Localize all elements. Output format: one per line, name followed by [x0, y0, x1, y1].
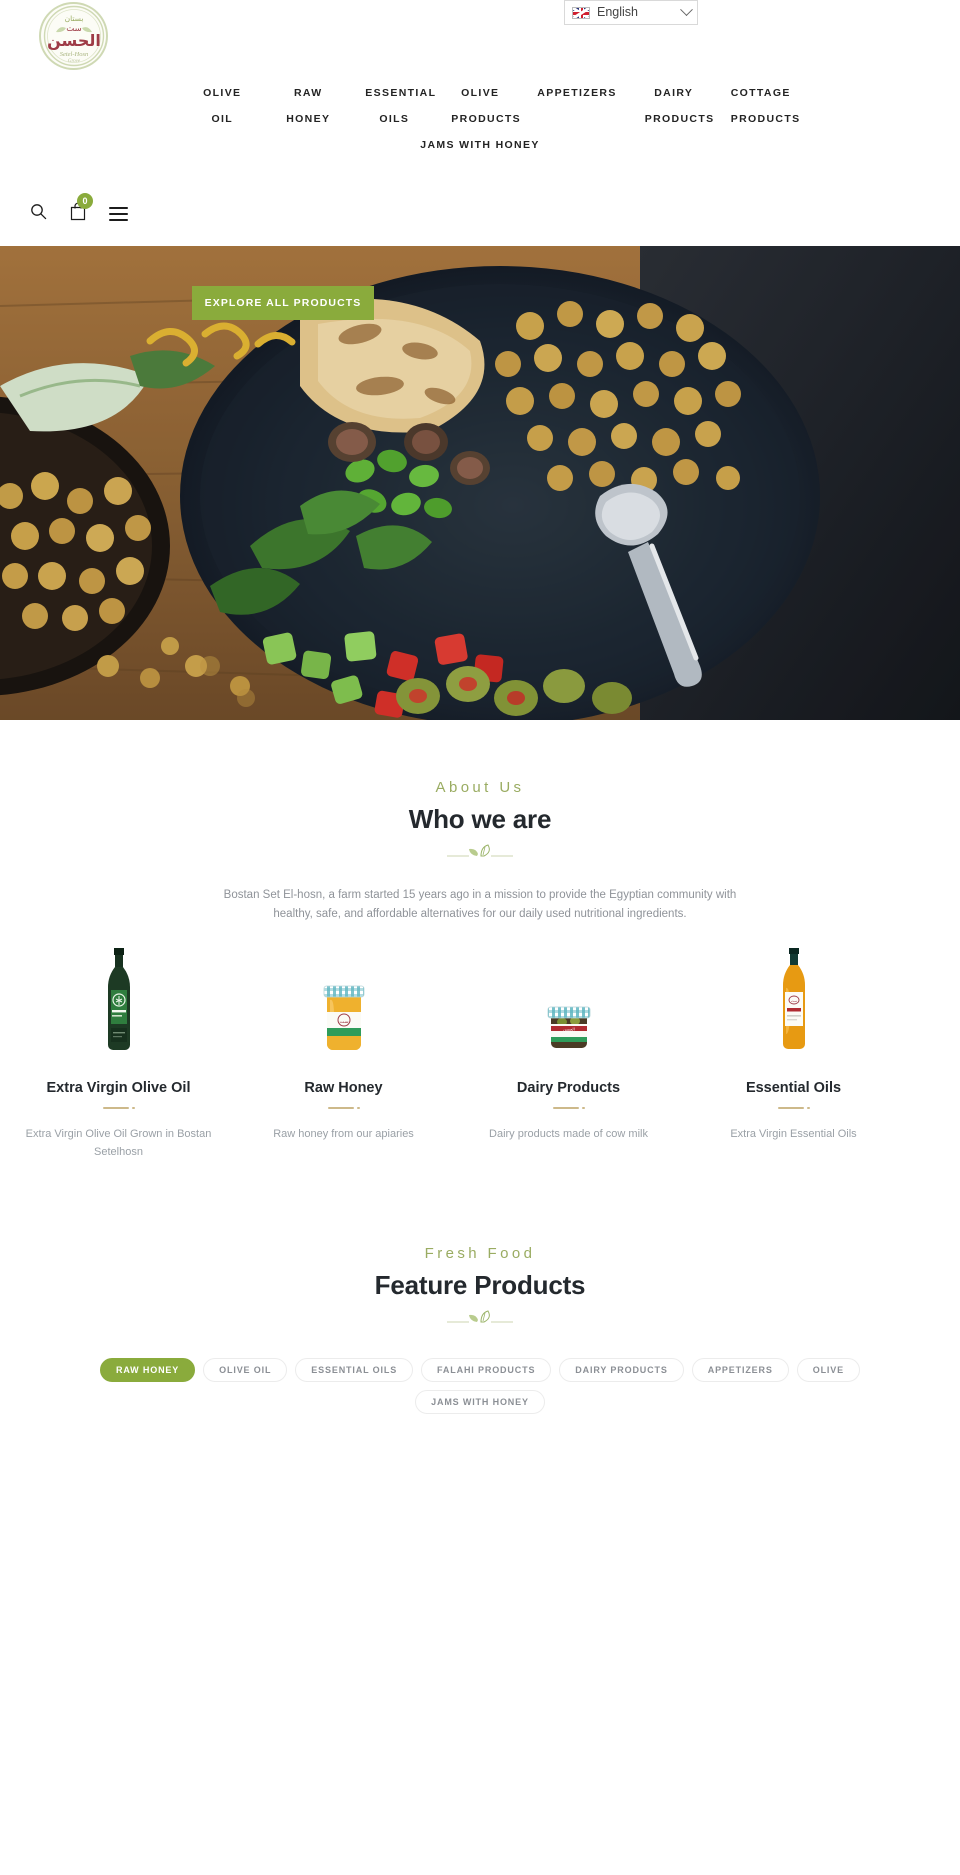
hero-banner: EXPLORE ALL PRODUCTS [0, 246, 960, 720]
filter-pill-olive-oil[interactable]: OLIVE OIL [203, 1358, 288, 1382]
feature-products-section: Fresh Food Feature Products RAW HONEY OL… [0, 1245, 960, 1874]
main-navigation: OLIVE OIL RAW HONEY ESSENTIAL OILS OLIVE… [0, 80, 960, 158]
about-eyebrow: About Us [435, 779, 525, 796]
about-description: Bostan Set El-hosn, a farm started 15 ye… [223, 889, 737, 920]
filter-pill-dairy-products[interactable]: DAIRY PRODUCTS [559, 1358, 684, 1382]
filter-pill-appetizers[interactable]: APPETIZERS [691, 1358, 789, 1382]
category-card-dairy-products[interactable]: الحسن Dairy Products Dairy products made… [456, 944, 681, 1161]
language-selector[interactable]: English [564, 0, 698, 25]
about-title: Who we are [408, 804, 552, 834]
cart-count-badge: 0 [77, 193, 93, 209]
olive-oil-bottle-image [6, 944, 231, 1052]
shopping-bag-icon[interactable]: 0 [69, 193, 93, 226]
category-card-raw-honey[interactable]: ست Raw Honey Raw honey from our apiaries [231, 944, 456, 1161]
category-title: Dairy Products [516, 1080, 621, 1096]
filter-pill-essential-oils[interactable]: ESSENTIAL OILS [295, 1358, 414, 1382]
svg-text:Setel-Hosn: Setel-Hosn [59, 51, 88, 58]
product-grid-empty-area [0, 1414, 960, 1874]
nav-item-olive-oil[interactable]: OLIVE OIL [179, 80, 265, 132]
leaf-divider-icon [447, 1310, 513, 1326]
essential-oil-bottle-image: ست [681, 944, 906, 1052]
category-description: Dairy products made of cow milk [489, 1128, 648, 1140]
svg-text:بستان: بستان [64, 14, 83, 23]
nav-item-appetizers[interactable]: APPETIZERS [523, 80, 630, 106]
logo-mark: بستان ست الحسن Setel-Hosn Grove [43, 5, 104, 67]
leaf-divider-icon [447, 844, 513, 860]
nav-item-essential-oils[interactable]: ESSENTIAL OILS [351, 80, 437, 132]
category-card-olive-oil[interactable]: Extra Virgin Olive Oil Extra Virgin Oliv… [6, 944, 231, 1161]
nav-item-jams-with-honey[interactable]: JAMS WITH HONEY [0, 132, 960, 158]
svg-text:ست: ست [790, 999, 796, 1003]
language-label: English [597, 4, 638, 19]
products-eyebrow: Fresh Food [424, 1245, 536, 1262]
product-filter-tabs: RAW HONEY OLIVE OIL ESSENTIAL OILS FALAH… [40, 1358, 920, 1414]
uk-flag-icon [572, 6, 590, 19]
site-logo[interactable]: بستان ست الحسن Setel-Hosn Grove [39, 2, 108, 70]
category-card-essential-oils[interactable]: ست Essential Oils Extra Virgin Essential… [681, 944, 906, 1161]
nav-item-raw-honey[interactable]: RAW HONEY [265, 80, 351, 132]
nav-item-dairy-products[interactable]: DAIRY PRODUCTS [631, 80, 717, 132]
svg-text:ست: ست [339, 1019, 348, 1025]
category-title: Extra Virgin Olive Oil [46, 1080, 191, 1096]
filter-pill-jams-with-honey[interactable]: JAMS WITH HONEY [415, 1390, 545, 1414]
nav-item-olive-products[interactable]: OLIVE PRODUCTS [437, 80, 523, 132]
title-rule [547, 1105, 591, 1111]
hamburger-menu-icon[interactable] [109, 207, 128, 221]
hero-image [0, 246, 960, 720]
dairy-jar-image: الحسن [456, 944, 681, 1052]
title-rule [97, 1105, 141, 1111]
filter-pill-olive[interactable]: OLIVE [796, 1358, 860, 1382]
filter-pill-raw-honey[interactable]: RAW HONEY [99, 1358, 196, 1382]
category-title: Essential Oils [745, 1080, 842, 1096]
svg-text:Grove: Grove [67, 59, 80, 64]
honey-jar-image: ست [231, 944, 456, 1052]
category-title: Raw Honey [304, 1080, 383, 1096]
svg-text:الحسن: الحسن [47, 31, 101, 50]
category-cards: Extra Virgin Olive Oil Extra Virgin Oliv… [0, 944, 960, 1161]
chevron-down-icon [680, 3, 693, 17]
category-description: Extra Virgin Olive Oil Grown in Bostan S… [25, 1128, 212, 1158]
category-description: Extra Virgin Essential Oils [730, 1128, 857, 1140]
title-rule [772, 1105, 816, 1111]
about-section: About Us Who we are Bostan Set El-hosn, … [0, 779, 960, 924]
category-description: Raw honey from our apiaries [273, 1128, 414, 1140]
filter-pill-falahi-products[interactable]: FALAHI PRODUCTS [421, 1358, 552, 1382]
utility-bar: 0 [30, 193, 128, 226]
svg-text:الحسن: الحسن [563, 1027, 575, 1032]
title-rule [322, 1105, 366, 1111]
search-icon[interactable] [30, 203, 47, 225]
nav-item-cottage-products[interactable]: COTTAGE PRODUCTS [717, 80, 803, 132]
products-title: Feature Products [374, 1270, 586, 1300]
explore-all-products-button[interactable]: EXPLORE ALL PRODUCTS [192, 286, 374, 320]
